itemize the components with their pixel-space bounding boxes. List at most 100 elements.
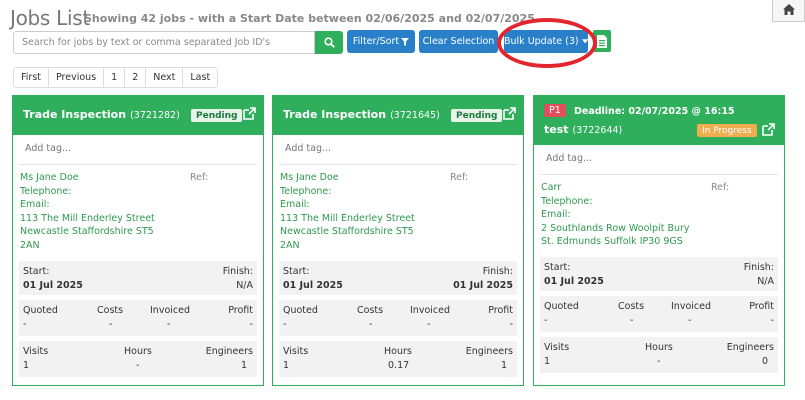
status-badge: Pending [191, 109, 243, 122]
hours-value: - [136, 360, 140, 371]
bulk-update-label: Bulk Update (3) [504, 36, 579, 47]
start-value: 01 Jul 2025 [283, 280, 343, 291]
deadline-text: Deadline: 02/07/2025 @ 16:15 [574, 106, 735, 117]
address-line[interactable]: 2 Southlands Row Woolpit Bury [541, 222, 777, 236]
visits-section: Visits 1 Hours 0.17 Engineers 1 [279, 341, 517, 378]
hours-value: 0.17 [388, 360, 410, 371]
job-contact: Ms Jane Doe Telephone: Email: 113 The Mi… [13, 165, 263, 261]
engineers-value: 0 [761, 356, 768, 367]
address-line[interactable]: Newcastle Staffordshire ST5 [20, 225, 256, 239]
tag-input[interactable]: Add tag... [19, 135, 257, 165]
invoiced-value: - [167, 319, 171, 330]
job-title[interactable]: Trade Inspection [23, 108, 126, 121]
start-label: Start: [283, 266, 310, 277]
dates-section: Start: 01 Jul 2025 Finish: N/A [19, 261, 257, 296]
dates-section: Start: 01 Jul 2025 Finish: N/A [540, 257, 778, 292]
status-badge: Pending [451, 109, 503, 122]
contact-name[interactable]: Ms Jane Doe [280, 171, 516, 185]
pagination-first[interactable]: First [14, 68, 49, 87]
costs-value: - [369, 319, 373, 330]
address-line[interactable]: St. Edmunds Suffolk IP30 9GS [541, 235, 777, 249]
address-line[interactable]: 2AN [20, 239, 256, 253]
job-card[interactable]: Trade Inspection (3721282) Pending Add ta… [12, 95, 264, 386]
job-id: (3721282) [130, 110, 180, 121]
priority-badge: P1 [544, 104, 566, 117]
hours-label: Hours [124, 346, 152, 357]
profit-value: - [509, 319, 513, 330]
tag-placeholder: Add tag... [546, 153, 593, 164]
pagination-previous[interactable]: Previous [49, 68, 105, 87]
hours-label: Hours [384, 346, 412, 357]
engineers-value: 1 [500, 360, 507, 371]
job-id: (3721645) [390, 110, 440, 121]
finish-value: 01 Jul 2025 [453, 280, 513, 291]
job-id: (3722644) [572, 125, 623, 136]
external-link-icon[interactable] [243, 107, 256, 120]
visits-value: 1 [283, 360, 290, 371]
filter-icon [401, 37, 410, 46]
search-input[interactable] [13, 31, 315, 54]
costs-value: - [109, 319, 113, 330]
search-icon [323, 37, 335, 48]
address-line[interactable]: 113 The Mill Enderley Street [20, 212, 256, 226]
start-label: Start: [544, 262, 571, 273]
job-card-header: Trade Inspection (3721282) Pending [13, 96, 263, 135]
quoted-label: Quoted [283, 305, 318, 316]
finish-value: N/A [236, 280, 253, 291]
costs-label: Costs [618, 301, 645, 312]
job-contact: Ms Jane Doe Telephone: Email: 113 The Mi… [273, 165, 523, 261]
page-title: Jobs List [10, 6, 90, 30]
invoiced-value: - [688, 315, 692, 326]
export-button[interactable] [593, 30, 611, 52]
pagination: First Previous 1 2 Next Last [13, 67, 219, 88]
job-title[interactable]: test [544, 123, 569, 136]
ref-label: Ref: [711, 182, 730, 193]
bulk-update-button[interactable]: Bulk Update (3) [504, 30, 588, 53]
quoted-label: Quoted [23, 305, 58, 316]
tag-input[interactable]: Add tag... [279, 135, 517, 165]
address-line[interactable]: Newcastle Staffordshire ST5 [280, 225, 516, 239]
address-line[interactable]: 113 The Mill Enderley Street [280, 212, 516, 226]
visits-section: Visits 1 Hours - Engineers 0 [540, 337, 778, 374]
finance-section: Quoted - Costs - Invoiced - Profit - [540, 296, 778, 333]
contact-telephone: Telephone: [280, 185, 332, 197]
clear-selection-button[interactable]: Clear Selection [419, 30, 498, 53]
job-card[interactable]: Trade Inspection (3721645) Pending Add ta… [272, 95, 524, 386]
pagination-last[interactable]: Last [183, 68, 218, 87]
costs-value: - [630, 315, 634, 326]
visits-value: 1 [23, 360, 30, 371]
pagination-page-2[interactable]: 2 [125, 68, 147, 87]
contact-name[interactable]: Carr [541, 181, 777, 195]
visits-section: Visits 1 Hours - Engineers 1 [19, 341, 257, 378]
hours-value: - [657, 356, 661, 367]
pagination-page-1[interactable]: 1 [104, 68, 126, 87]
address-line[interactable]: 2AN [280, 239, 516, 253]
job-card[interactable]: P1 Deadline: 02/07/2025 @ 16:15 test (372… [533, 95, 785, 386]
filter-sort-button[interactable]: Filter/Sort [347, 30, 415, 53]
contact-email: Email: [20, 199, 50, 210]
pagination-next[interactable]: Next [146, 68, 184, 87]
job-card-header: P1 Deadline: 02/07/2025 @ 16:15 test (372… [534, 96, 784, 145]
search-button[interactable] [315, 31, 343, 54]
contact-name[interactable]: Ms Jane Doe [20, 171, 256, 185]
finish-label: Finish: [743, 262, 774, 273]
visits-value: 1 [544, 356, 551, 367]
external-link-icon[interactable] [503, 107, 516, 120]
finance-section: Quoted - Costs - Invoiced - Profit - [279, 300, 517, 337]
profit-label: Profit [228, 305, 253, 316]
ref-label: Ref: [190, 172, 209, 183]
job-title[interactable]: Trade Inspection [283, 108, 386, 121]
tag-input[interactable]: Add tag... [540, 145, 778, 175]
job-card-header: Trade Inspection (3721645) Pending [273, 96, 523, 135]
visits-label: Visits [23, 346, 49, 357]
external-link-icon[interactable] [762, 123, 775, 136]
hours-label: Hours [645, 342, 673, 353]
status-badge: In Progress [697, 124, 757, 137]
tag-placeholder: Add tag... [285, 143, 332, 154]
contact-telephone: Telephone: [541, 195, 593, 207]
engineers-label: Engineers [465, 346, 513, 357]
invoiced-label: Invoiced [671, 301, 711, 312]
start-value: 01 Jul 2025 [544, 276, 604, 287]
home-button[interactable] [772, 0, 805, 22]
home-icon [782, 4, 795, 15]
